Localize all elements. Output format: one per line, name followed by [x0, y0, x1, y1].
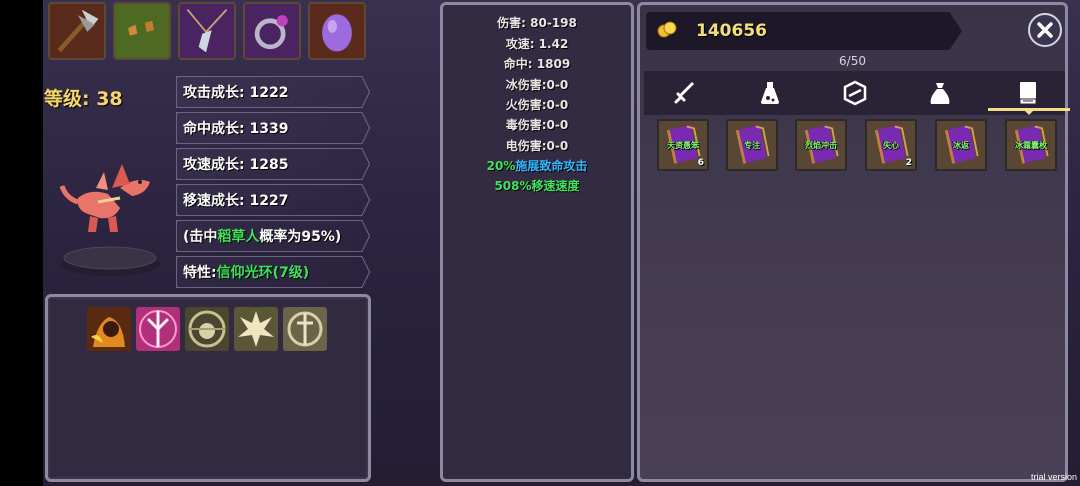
book-icon — [1019, 82, 1037, 105]
skull-ward-skill-icon — [185, 307, 229, 351]
item-count: 2 — [905, 158, 912, 168]
growth-attack: 攻击成长: 1222 — [176, 76, 370, 108]
pet-pedestal — [60, 246, 160, 276]
tab-materials[interactable] — [920, 75, 960, 111]
combat-stats-panel: 伤害: 80-198 攻速: 1.42 命中: 1809 冰伤害:0-0 火伤害… — [440, 2, 634, 482]
bonus-crit: 20%施展致命攻击 — [443, 157, 631, 174]
inventory-item[interactable]: 失心 2 — [865, 119, 917, 171]
equip-slot-egg[interactable] — [308, 2, 366, 60]
tab-weapons[interactable] — [665, 75, 705, 111]
tab-gems[interactable] — [835, 75, 875, 111]
tab-potions[interactable] — [750, 75, 790, 111]
equip-slot-weapon[interactable] — [48, 2, 106, 60]
item-label: 失心 — [883, 141, 899, 150]
trial-watermark: trial version — [1031, 472, 1078, 482]
trait-level: (7级) — [272, 265, 310, 281]
pink-trident-skill-icon — [136, 307, 180, 351]
proc-target: 稻草人 — [217, 229, 260, 245]
equip-slot-accessory[interactable] — [113, 2, 171, 60]
feather-necklace-icon — [180, 4, 234, 58]
skill-slot-5[interactable] — [283, 307, 327, 351]
stat-damage: 伤害: 80-198 — [497, 16, 577, 30]
bonus-move-speed: 508%移速速度 — [494, 179, 580, 193]
inventory-item[interactable]: 冰返 — [935, 119, 987, 171]
trait-name: 信仰光环 — [216, 265, 273, 281]
stat-lightning-damage: 电伤害:0-0 — [505, 139, 569, 153]
purple-egg-icon — [310, 4, 364, 58]
trait-prefix: 特性: — [183, 265, 217, 281]
tab-skill-books[interactable] — [1008, 75, 1048, 111]
item-label: 天资愚笨 — [667, 141, 699, 150]
ring-icon — [245, 4, 299, 58]
skills-panel — [45, 294, 371, 482]
bonus-crit-percent: 20% — [486, 159, 516, 173]
growth-attack-speed: 攻速成长: 1285 — [176, 148, 370, 180]
potion-icon — [761, 82, 779, 104]
equip-slot-ring[interactable] — [243, 2, 301, 60]
inventory-item[interactable]: 冰霜囊枚 — [1005, 119, 1057, 171]
axe-icon — [50, 4, 104, 58]
pet-trait: 特性: 信仰光环 (7级) — [176, 256, 370, 288]
item-count: 6 — [697, 158, 704, 168]
close-icon — [1037, 22, 1053, 38]
skill-slot-3[interactable] — [185, 307, 229, 351]
growth-hit: 命中成长: 1339 — [176, 112, 370, 144]
spiky-burst-skill-icon — [234, 307, 278, 351]
gold-amount: 140656 — [696, 21, 767, 41]
inventory-item[interactable]: 专注 — [726, 119, 778, 171]
proc-prefix: (击中 — [183, 229, 218, 245]
leaf-fragment-icon — [115, 4, 169, 58]
inventory-item[interactable]: 烈焰冲击 — [795, 119, 847, 171]
inventory-capacity: 6/50 — [839, 54, 866, 68]
bonus-crit-text: 施展致命攻击 — [515, 159, 588, 173]
stat-attack-speed: 攻速: 1.42 — [505, 37, 569, 51]
close-button[interactable] — [1028, 13, 1062, 47]
inventory-item[interactable]: 天资愚笨 6 — [657, 119, 709, 171]
item-label: 冰霜囊枚 — [1015, 141, 1047, 150]
gold-bar — [646, 12, 962, 50]
stat-ice-damage: 冰伤害:0-0 — [505, 78, 569, 92]
proc-chance: (击中 稻草人 概率为95%) — [176, 220, 370, 252]
dragon-icon[interactable] — [60, 158, 160, 238]
skill-slot-2[interactable] — [136, 307, 180, 351]
gold-coins-icon — [657, 21, 677, 38]
inventory-panel: 140656 6/50 天资愚笨 6 专注 烈焰冲击 失心 2 冰返 冰霜囊枚 — [637, 2, 1070, 482]
fire-beast-skill-icon — [87, 307, 131, 351]
item-label: 专注 — [744, 141, 760, 150]
bag-icon — [930, 83, 950, 104]
stat-hit: 命中: 1809 — [503, 57, 571, 71]
skill-slot-1[interactable] — [87, 307, 131, 351]
skill-slot-4[interactable] — [234, 307, 278, 351]
left-black-bar — [0, 0, 43, 486]
growth-move-speed: 移速成长: 1227 — [176, 184, 370, 216]
item-label: 烈焰冲击 — [805, 141, 837, 150]
stat-poison-damage: 毒伤害:0-0 — [505, 118, 569, 132]
item-label: 冰返 — [953, 141, 969, 150]
stat-fire-damage: 火伤害:0-0 — [505, 98, 569, 112]
pet-level: 等级: 38 — [44, 88, 123, 110]
sword-crest-skill-icon — [283, 307, 327, 351]
gem-icon — [843, 80, 867, 106]
proc-suffix: 概率为95%) — [259, 229, 342, 245]
sword-icon — [674, 82, 694, 104]
active-tab-arrow — [1023, 109, 1035, 115]
equip-slot-necklace[interactable] — [178, 2, 236, 60]
